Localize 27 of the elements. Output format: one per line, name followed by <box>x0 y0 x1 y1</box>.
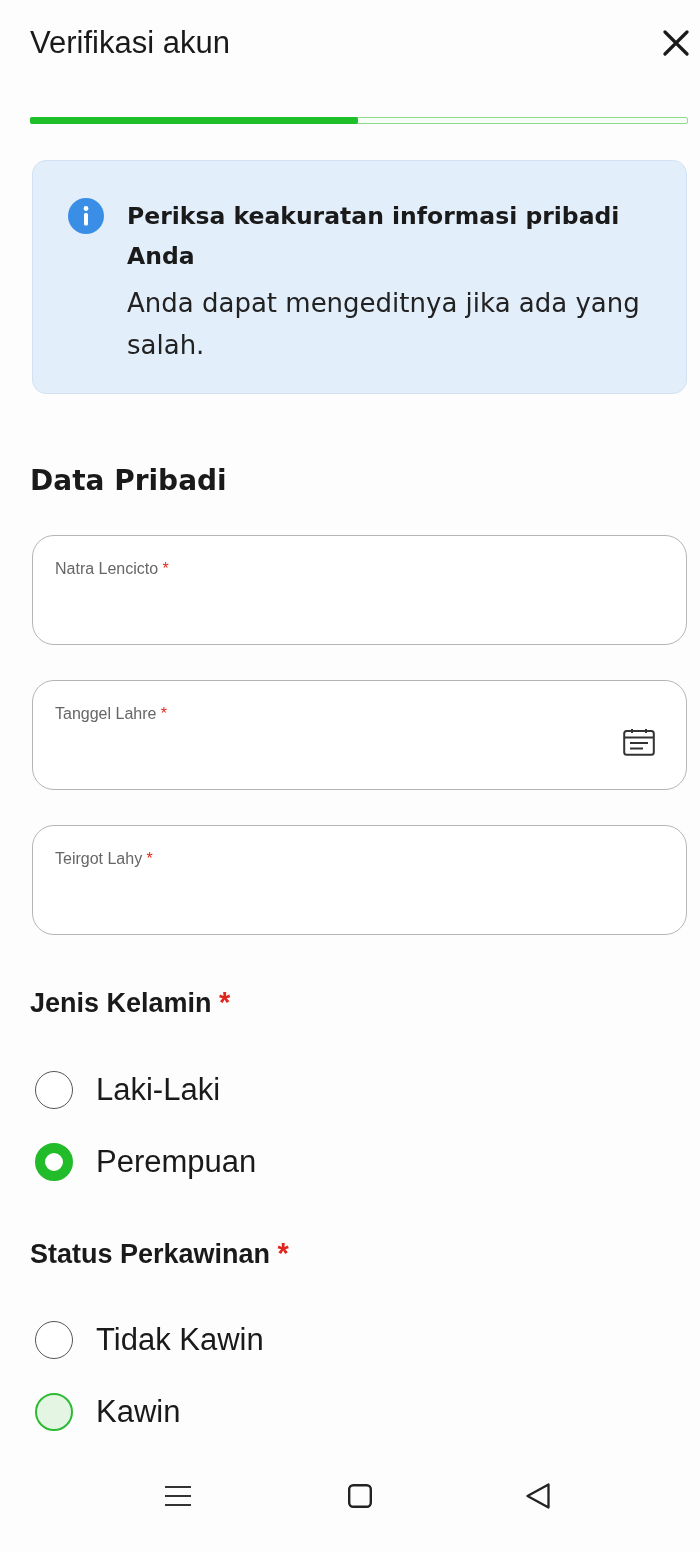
field-label: Tanggel Lahre * <box>55 704 168 724</box>
page-title: Verifikasi akun <box>30 24 230 62</box>
group-title: Status Perkawinan * <box>30 1236 290 1271</box>
radio-button[interactable] <box>35 1321 73 1359</box>
input-field[interactable]: Teirgot Lahy * <box>32 825 687 935</box>
input-field[interactable]: Tanggel Lahre * <box>32 680 687 790</box>
left-triangle-icon[interactable] <box>526 1483 550 1509</box>
radio-label: Tidak Kawin <box>96 1321 264 1359</box>
info-title: Periksa keakuratan informasi pribadi Anda <box>127 201 621 272</box>
field-label: Teirgot Lahy * <box>55 849 153 869</box>
info-message: Anda dapat mengeditnya jika ada yang salah. <box>127 287 641 362</box>
group-title: Jenis Kelamin * <box>30 985 232 1020</box>
close-icon <box>663 30 689 56</box>
menu-icon[interactable] <box>165 1485 191 1507</box>
radio-button[interactable] <box>35 1143 73 1181</box>
info-icon <box>68 198 104 234</box>
rounded-square-icon[interactable] <box>348 1484 372 1508</box>
radio-label: Perempuan <box>96 1143 257 1181</box>
section-title: Data Pribadi <box>30 463 228 499</box>
radio-button[interactable] <box>35 1393 73 1431</box>
calendar-icon[interactable] <box>623 728 655 756</box>
radio-label: Laki-Laki <box>96 1071 221 1109</box>
radio-button[interactable] <box>35 1071 73 1109</box>
input-field[interactable]: Natra Lencicto * <box>32 535 687 645</box>
radio-label: Kawin <box>96 1393 181 1431</box>
field-label: Natra Lencicto * <box>55 559 169 579</box>
close-button[interactable] <box>663 30 689 56</box>
